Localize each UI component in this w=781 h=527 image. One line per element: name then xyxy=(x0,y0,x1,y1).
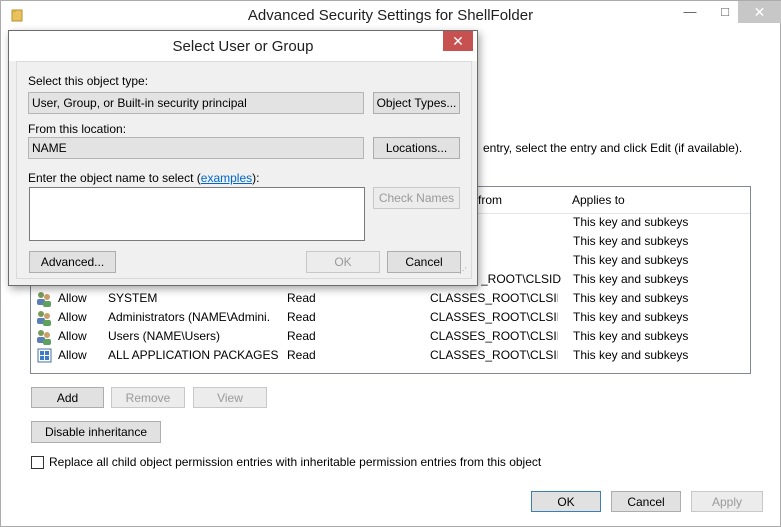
access-type-cell: Allow xyxy=(58,310,87,324)
main-cancel-button[interactable]: Cancel xyxy=(611,491,681,512)
permission-instructions-text: entry, select the entry and click Edit (… xyxy=(483,141,743,155)
disable-inheritance-button[interactable]: Disable inheritance xyxy=(31,421,161,443)
main-window-title: Advanced Security Settings for ShellFold… xyxy=(247,7,534,24)
applies-to-cell: This key and subkeys xyxy=(573,310,689,324)
locations-button[interactable]: Locations... xyxy=(373,137,460,159)
check-names-button[interactable]: Check Names xyxy=(373,187,460,209)
dialog-titlebar[interactable]: Select User or Group ✕ xyxy=(9,31,477,61)
applies-to-cell: This key and subkeys xyxy=(573,215,689,229)
applies-to-cell: This key and subkeys xyxy=(573,291,689,305)
dialog-ok-button[interactable]: OK xyxy=(306,251,380,273)
object-type-field: User, Group, or Built-in security princi… xyxy=(28,92,364,114)
user-group-icon xyxy=(37,292,51,307)
column-header-applies-to[interactable]: Applies to xyxy=(566,187,750,213)
object-name-input[interactable] xyxy=(29,187,365,241)
applies-to-cell: This key and subkeys xyxy=(573,329,689,343)
inherited-from-cell: CLASSES_ROOT\CLSID... xyxy=(430,310,558,324)
table-row[interactable]: Allow SYSTEM Read CLASSES_ROOT\CLSID... … xyxy=(31,289,750,308)
main-titlebar[interactable]: Advanced Security Settings for ShellFold… xyxy=(1,1,781,31)
object-types-button[interactable]: Object Types... xyxy=(373,92,460,114)
access-cell: Read xyxy=(287,291,316,305)
inherited-from-cell: CLASSES_ROOT\CLSID... xyxy=(430,291,558,305)
dialog-close-button[interactable]: ✕ xyxy=(443,31,473,51)
access-type-cell: Allow xyxy=(58,291,87,305)
access-cell: Read xyxy=(287,348,316,362)
dialog-title: Select User or Group xyxy=(172,38,314,55)
replace-child-permissions-label: Replace all child object permission entr… xyxy=(49,455,542,469)
applies-to-cell: This key and subkeys xyxy=(573,253,689,267)
table-row[interactable]: Allow ALL APPLICATION PACKAGES Read CLAS… xyxy=(31,346,750,365)
inherited-from-cell: _ROOT\CLSID... xyxy=(481,272,561,286)
object-name-label: Enter the object name to select (example… xyxy=(28,171,259,185)
view-button[interactable]: View xyxy=(193,387,267,408)
dialog-cancel-button[interactable]: Cancel xyxy=(387,251,461,273)
applies-to-cell: This key and subkeys xyxy=(573,234,689,248)
applies-to-cell: This key and subkeys xyxy=(573,272,689,286)
access-cell: Read xyxy=(287,310,316,324)
inherited-from-cell: CLASSES_ROOT\CLSID... xyxy=(430,348,558,362)
principal-cell: ALL APPLICATION PACKAGES xyxy=(108,348,279,362)
user-group-icon xyxy=(37,330,51,345)
apply-button[interactable]: Apply xyxy=(691,491,763,512)
object-name-label-suffix: ): xyxy=(252,171,260,185)
inherited-from-cell: CLASSES_ROOT\CLSID... xyxy=(430,329,558,343)
maximize-button[interactable]: □ xyxy=(708,1,742,23)
resize-grip-icon[interactable]: ⋰ xyxy=(459,266,468,275)
dialog-body: Select this object type: User, Group, or… xyxy=(16,61,472,279)
access-type-cell: Allow xyxy=(58,329,87,343)
user-group-icon xyxy=(37,311,51,326)
principal-cell: Users (NAME\Users) xyxy=(108,329,221,343)
applies-to-cell: This key and subkeys xyxy=(573,348,689,362)
replace-child-permissions-checkbox[interactable] xyxy=(31,456,44,469)
add-button[interactable]: Add xyxy=(31,387,104,408)
principal-cell: Administrators (NAME\Admini... xyxy=(108,310,271,324)
location-field: NAME xyxy=(28,137,364,159)
select-user-or-group-dialog: Select User or Group ✕ Select this objec… xyxy=(8,30,478,286)
table-row[interactable]: Allow Administrators (NAME\Admini... Rea… xyxy=(31,308,750,327)
object-name-label-prefix: Enter the object name to select ( xyxy=(28,171,201,185)
location-label: From this location: xyxy=(28,122,127,136)
remove-button[interactable]: Remove xyxy=(111,387,185,408)
access-type-cell: Allow xyxy=(58,348,87,362)
principal-cell: SYSTEM xyxy=(108,291,158,305)
app-package-icon xyxy=(37,348,52,363)
examples-link[interactable]: examples xyxy=(201,171,252,185)
access-cell: Read xyxy=(287,329,316,343)
main-ok-button[interactable]: OK xyxy=(531,491,601,512)
advanced-button[interactable]: Advanced... xyxy=(29,251,116,273)
object-type-label: Select this object type: xyxy=(28,74,149,88)
table-row[interactable]: Allow Users (NAME\Users) Read CLASSES_RO… xyxy=(31,327,750,346)
minimize-button[interactable]: — xyxy=(673,1,707,23)
main-close-button[interactable]: ✕ xyxy=(738,1,781,23)
